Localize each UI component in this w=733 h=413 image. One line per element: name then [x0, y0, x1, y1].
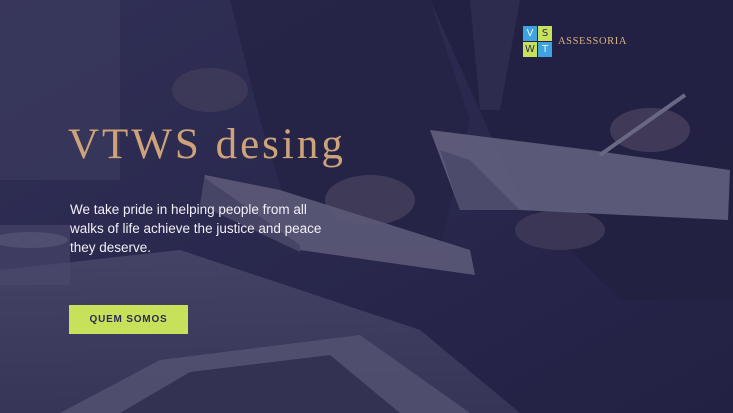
- logo[interactable]: V S W T: [523, 26, 553, 58]
- logo-tile: S: [538, 26, 552, 41]
- logo-tile: T: [538, 42, 552, 57]
- hero-title: VTWS desing: [68, 121, 346, 168]
- hero-section: V S W T ASSESSORIA VTWS desing We take p…: [0, 0, 733, 413]
- hero-tagline: We take pride in helping people from all…: [70, 202, 322, 255]
- logo-tile: V: [523, 26, 537, 41]
- logo-tile: W: [523, 42, 537, 57]
- quem-somos-button[interactable]: QUEM SOMOS: [69, 305, 188, 334]
- brand-name[interactable]: ASSESSORIA: [558, 36, 627, 47]
